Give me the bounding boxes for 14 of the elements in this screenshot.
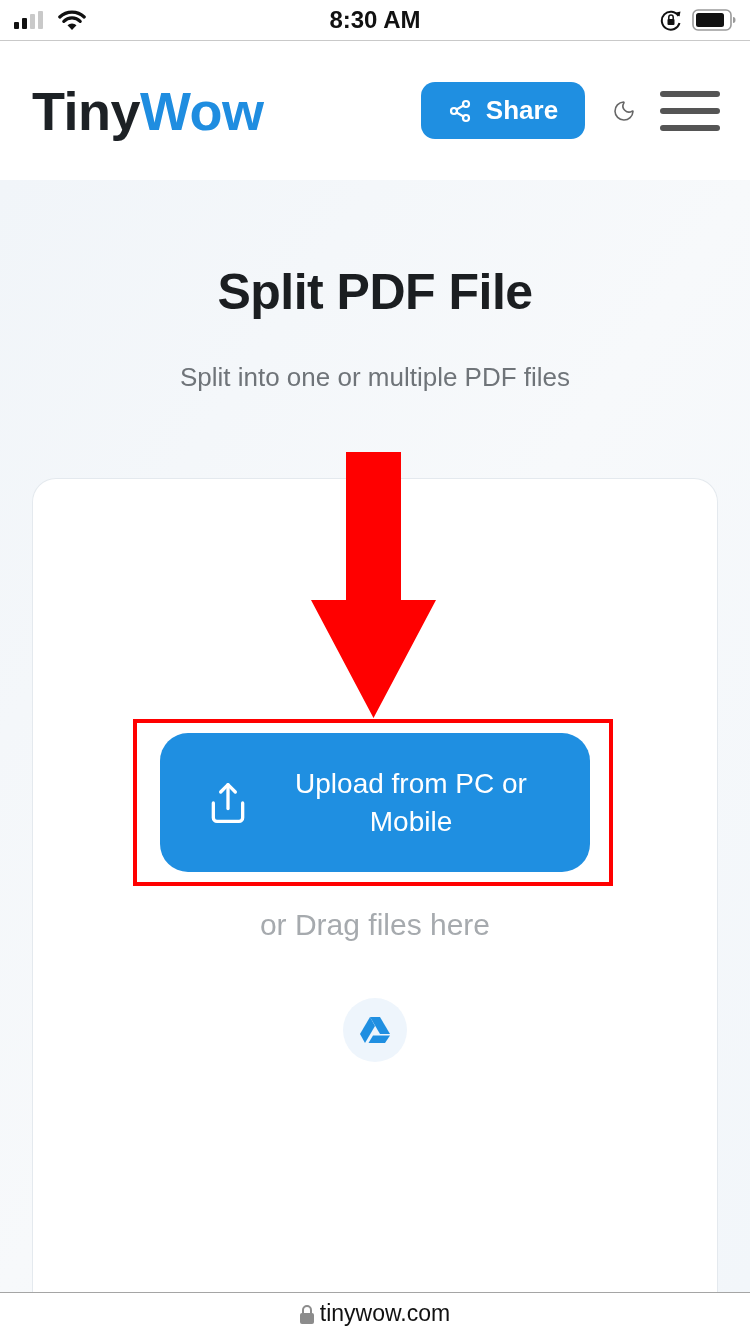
battery-icon xyxy=(692,9,736,31)
page-title: Split PDF File xyxy=(217,263,533,322)
drag-hint: or Drag files here xyxy=(259,907,491,943)
url-text[interactable]: tinywow.com xyxy=(319,1296,451,1331)
lock-icon xyxy=(299,1303,314,1324)
triangle-logo-icon xyxy=(360,1017,390,1043)
rotation-lock-icon xyxy=(660,9,682,31)
signal-icon xyxy=(14,11,44,29)
wifi-icon xyxy=(58,10,86,30)
status-time: 8:30 AM xyxy=(329,5,421,35)
page-subtitle: Split into one or multiple PDF files xyxy=(179,361,571,394)
menu-icon[interactable] xyxy=(660,90,720,131)
dark-mode-icon[interactable] xyxy=(612,98,636,123)
share-icon xyxy=(447,98,472,123)
